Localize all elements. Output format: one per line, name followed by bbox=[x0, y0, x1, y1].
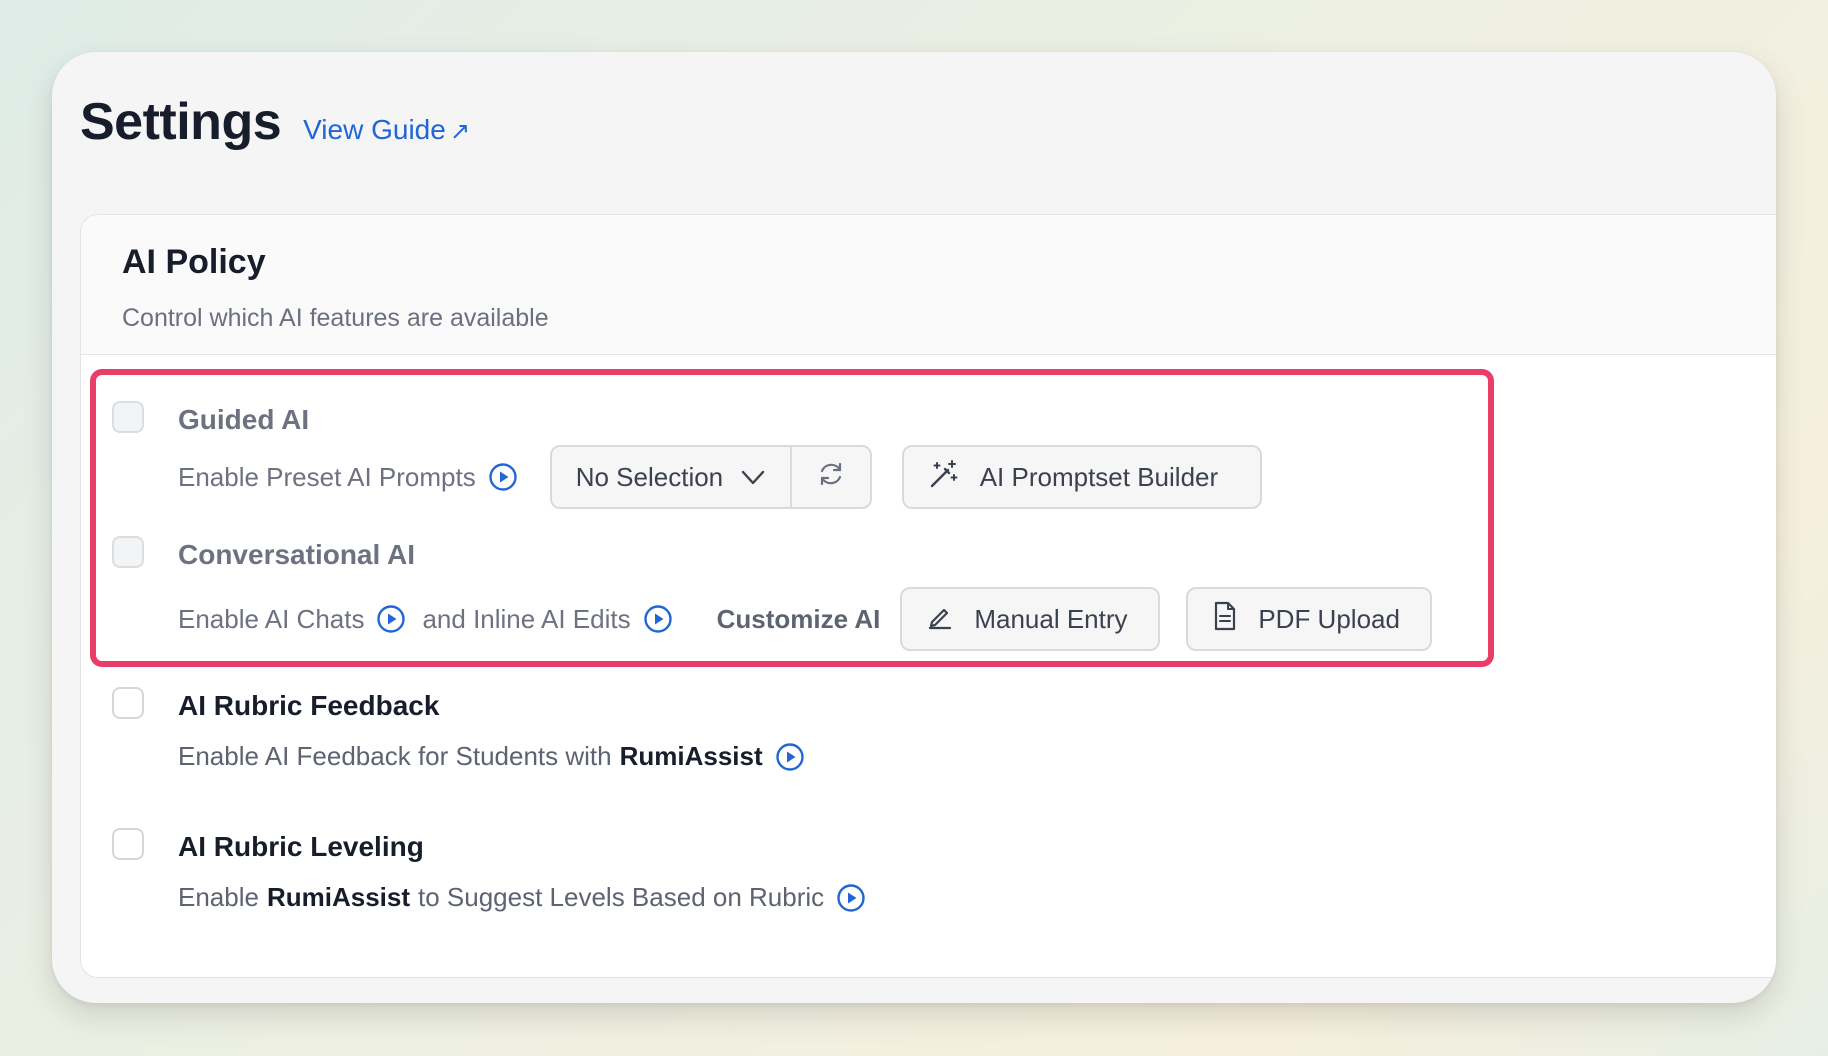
ai-rubric-leveling-checkbox[interactable] bbox=[112, 828, 144, 860]
ai-rubric-feedback-desc: Enable AI Feedback for Students with bbox=[178, 741, 612, 771]
ai-rubric-feedback-row: Enable AI Feedback for Students with Rum… bbox=[178, 741, 805, 772]
ai-rubric-feedback-checkbox[interactable] bbox=[112, 687, 144, 719]
ai-rubric-feedback-title: AI Rubric Feedback bbox=[178, 690, 440, 721]
play-circle-icon[interactable] bbox=[836, 883, 866, 913]
play-circle-icon[interactable] bbox=[775, 742, 805, 772]
highlight-box bbox=[90, 369, 1494, 667]
ai-rubric-leveling-desc-pre: Enable bbox=[178, 882, 259, 912]
external-link-icon: ↗ bbox=[449, 118, 470, 145]
view-guide-label: View Guide bbox=[303, 114, 446, 145]
page-title: Settings bbox=[80, 93, 282, 151]
ai-policy-title: AI Policy bbox=[122, 243, 266, 281]
rumiassist-brand: RumiAssist bbox=[619, 741, 763, 771]
ai-rubric-leveling-desc-post: to Suggest Levels Based on Rubric bbox=[418, 882, 825, 912]
view-guide-link[interactable]: View Guide ↗ bbox=[303, 114, 470, 146]
ai-rubric-leveling-row: Enable RumiAssist to Suggest Levels Base… bbox=[178, 882, 866, 913]
ai-rubric-leveling-title: AI Rubric Leveling bbox=[178, 831, 424, 862]
page-header: Settings View Guide ↗ bbox=[80, 92, 470, 152]
ai-policy-header: AI Policy Control which AI features are … bbox=[81, 215, 1776, 355]
rumiassist-brand: RumiAssist bbox=[266, 882, 411, 912]
ai-policy-card: AI Policy Control which AI features are … bbox=[80, 214, 1776, 978]
ai-policy-subtitle: Control which AI features are available bbox=[122, 304, 549, 332]
settings-window: Settings View Guide ↗ AI Policy Control w… bbox=[52, 52, 1776, 1003]
